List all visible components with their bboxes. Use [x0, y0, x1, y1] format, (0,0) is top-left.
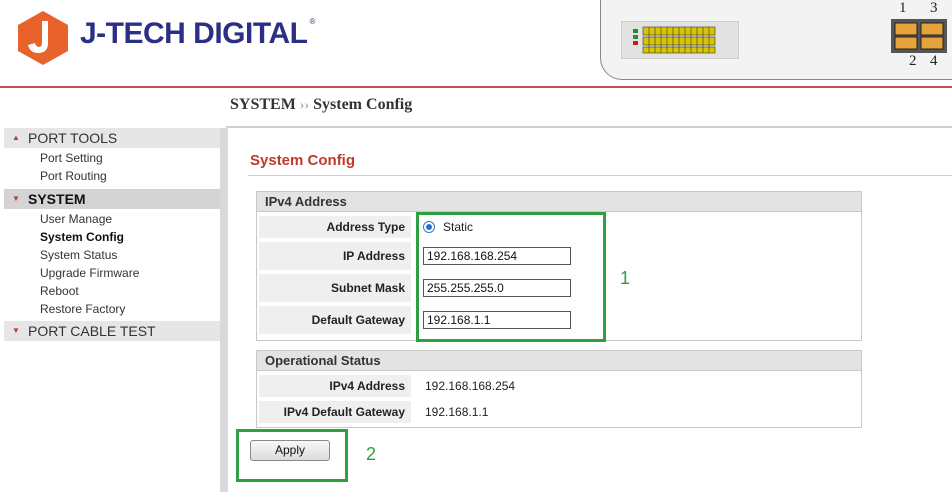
port-number-3: 3	[930, 0, 938, 16]
status-ipv4-address-label: IPv4 Address	[259, 375, 411, 397]
port-number-4: 4	[930, 53, 938, 69]
ethernet-ports-icon	[891, 19, 947, 53]
status-default-gateway-label: IPv4 Default Gateway	[259, 401, 411, 423]
title-divider	[248, 175, 952, 176]
sidebar-item-port-setting[interactable]: Port Setting	[40, 150, 103, 166]
operational-status-panel: Operational Status IPv4 Address 192.168.…	[256, 350, 862, 428]
highlight-box-1	[416, 212, 606, 342]
page-title: System Config	[250, 152, 356, 169]
sidebar-item-system-config[interactable]: System Config	[40, 229, 124, 245]
expand-down-icon: ▼	[12, 194, 20, 203]
collapse-up-icon: ▲	[12, 133, 20, 142]
sidebar-item-user-manage[interactable]: User Manage	[40, 211, 112, 227]
sidebar-section-port-cable-test[interactable]: ▼ PORT CABLE TEST	[4, 321, 220, 341]
port-number-1: 1	[899, 0, 907, 16]
breadcrumb: SYSTEM ›› System Config	[230, 96, 412, 114]
highlight-number-2: 2	[366, 444, 377, 464]
breadcrumb-page: System Config	[313, 96, 413, 113]
expand-down-icon: ▼	[12, 326, 20, 335]
switch-front-icon	[621, 21, 739, 59]
sidebar-item-system-status[interactable]: System Status	[40, 247, 117, 263]
j-tech-logo-icon	[18, 11, 68, 65]
sidebar-item-upgrade-firmware[interactable]: Upgrade Firmware	[40, 265, 139, 281]
highlight-number-1: 1	[620, 268, 631, 288]
subnet-mask-label: Subnet Mask	[259, 274, 411, 302]
sidebar-section-system[interactable]: ▼ SYSTEM	[4, 189, 220, 209]
sidebar-scrollbar[interactable]	[220, 128, 228, 492]
ip-address-label: IP Address	[259, 242, 411, 270]
sidebar: ▲ PORT TOOLS Port Setting Port Routing ▼…	[4, 128, 220, 492]
sidebar-item-port-routing[interactable]: Port Routing	[40, 168, 107, 184]
device-panel: 1 3 2 4	[600, 0, 952, 80]
ipv4-address-heading: IPv4 Address	[257, 192, 861, 212]
port-number-2: 2	[909, 53, 917, 69]
operational-status-heading: Operational Status	[257, 351, 861, 371]
header-divider	[0, 86, 952, 88]
breadcrumb-section: SYSTEM	[230, 96, 296, 113]
breadcrumb-separator-icon: ››	[299, 98, 310, 113]
sidebar-item-reboot[interactable]: Reboot	[40, 283, 79, 299]
breadcrumb-divider	[226, 126, 952, 128]
status-ipv4-address-value: 192.168.168.254	[425, 379, 516, 393]
status-default-gateway-value: 192.168.1.1	[425, 405, 489, 419]
brand-name: J-TECH DIGITAL ®	[80, 17, 315, 50]
highlight-box-2	[236, 429, 348, 482]
header: J-TECH DIGITAL ® 1 3 2 4	[0, 0, 952, 86]
default-gateway-label: Default Gateway	[259, 306, 411, 334]
sidebar-section-port-tools[interactable]: ▲ PORT TOOLS	[4, 128, 220, 148]
address-type-label: Address Type	[259, 216, 411, 238]
sidebar-item-restore-factory[interactable]: Restore Factory	[40, 301, 125, 317]
